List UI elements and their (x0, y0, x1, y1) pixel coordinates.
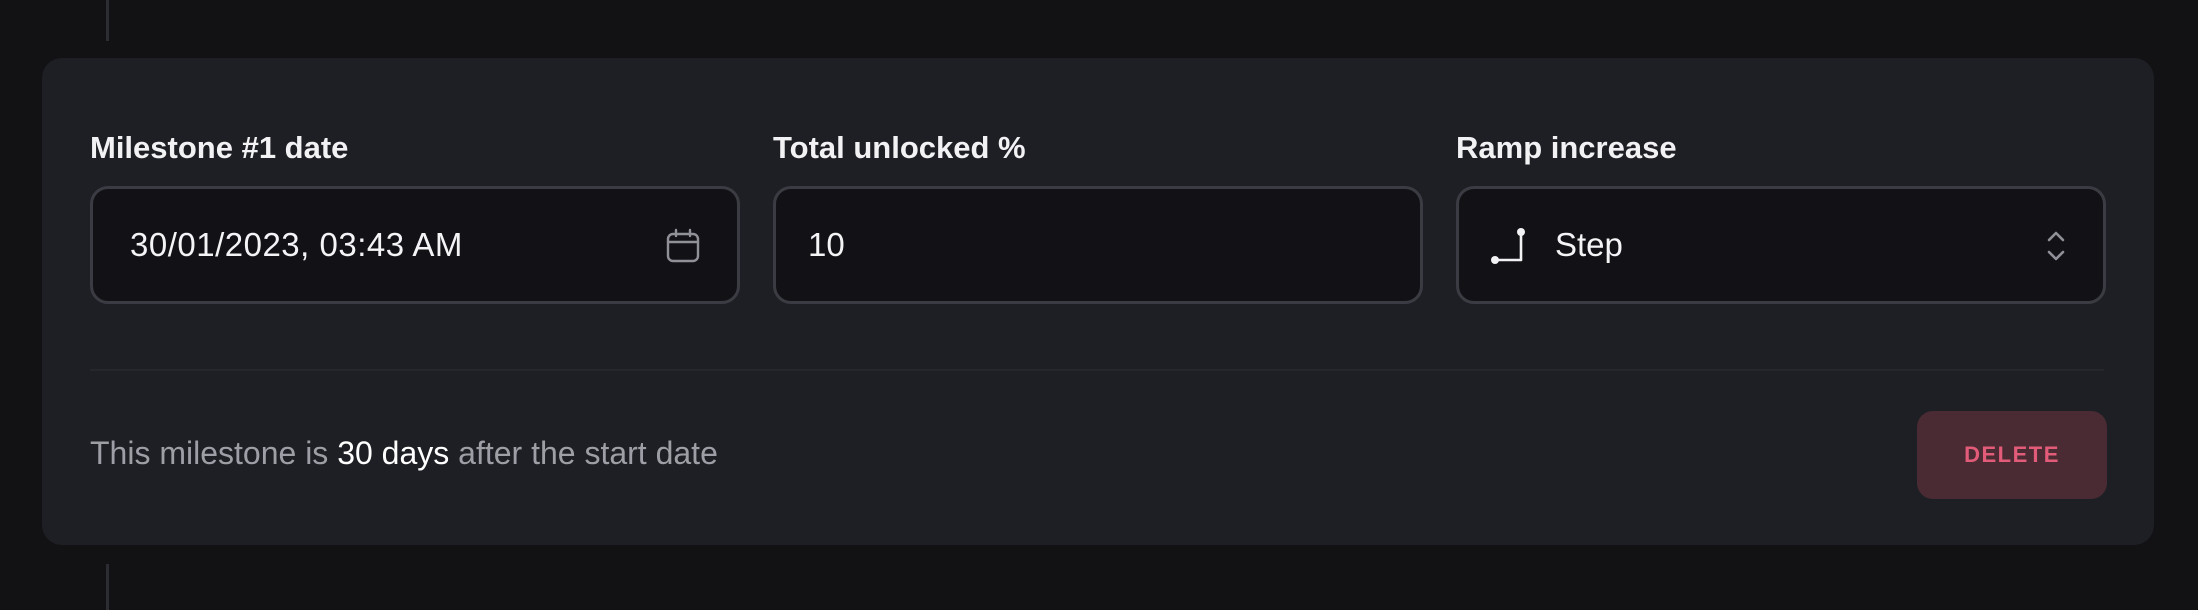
card-divider (90, 369, 2104, 371)
step-icon (1491, 228, 1525, 264)
total-unlocked-field: Total unlocked % 10 (773, 128, 1423, 304)
total-unlocked-input[interactable]: 10 (773, 186, 1423, 304)
chevron-up-down-icon (2047, 231, 2065, 261)
ramp-increase-value: Step (1555, 226, 1623, 263)
milestone-date-input[interactable]: 30/01/2023, 03:43 AM (90, 186, 740, 304)
ramp-increase-label: Ramp increase (1456, 130, 1677, 165)
delete-milestone-button[interactable]: DELETE (1917, 411, 2107, 499)
calendar-icon[interactable] (665, 228, 701, 264)
milestone-date-label: Milestone #1 date (90, 130, 349, 165)
milestone-card: Milestone #1 date 30/01/2023, 03:43 AM T… (42, 58, 2154, 545)
timeline-connector-top (106, 0, 109, 41)
milestone-offset-days: 30 days (337, 435, 450, 471)
milestone-editor: Milestone #1 date 30/01/2023, 03:43 AM T… (0, 0, 2198, 610)
milestone-offset-prefix: This milestone is (90, 435, 338, 471)
milestone-offset-suffix: after the start date (449, 435, 718, 471)
total-unlocked-value: 10 (808, 226, 845, 263)
total-unlocked-label: Total unlocked % (773, 130, 1026, 165)
milestone-offset-text: This milestone is 30 days after the star… (90, 431, 718, 475)
milestone-date-field: Milestone #1 date 30/01/2023, 03:43 AM (90, 128, 740, 304)
ramp-increase-field: Ramp increase Step (1456, 128, 2106, 304)
ramp-increase-select[interactable]: Step (1456, 186, 2106, 304)
timeline-connector-bottom (106, 564, 109, 610)
milestone-date-value: 30/01/2023, 03:43 AM (130, 226, 463, 263)
